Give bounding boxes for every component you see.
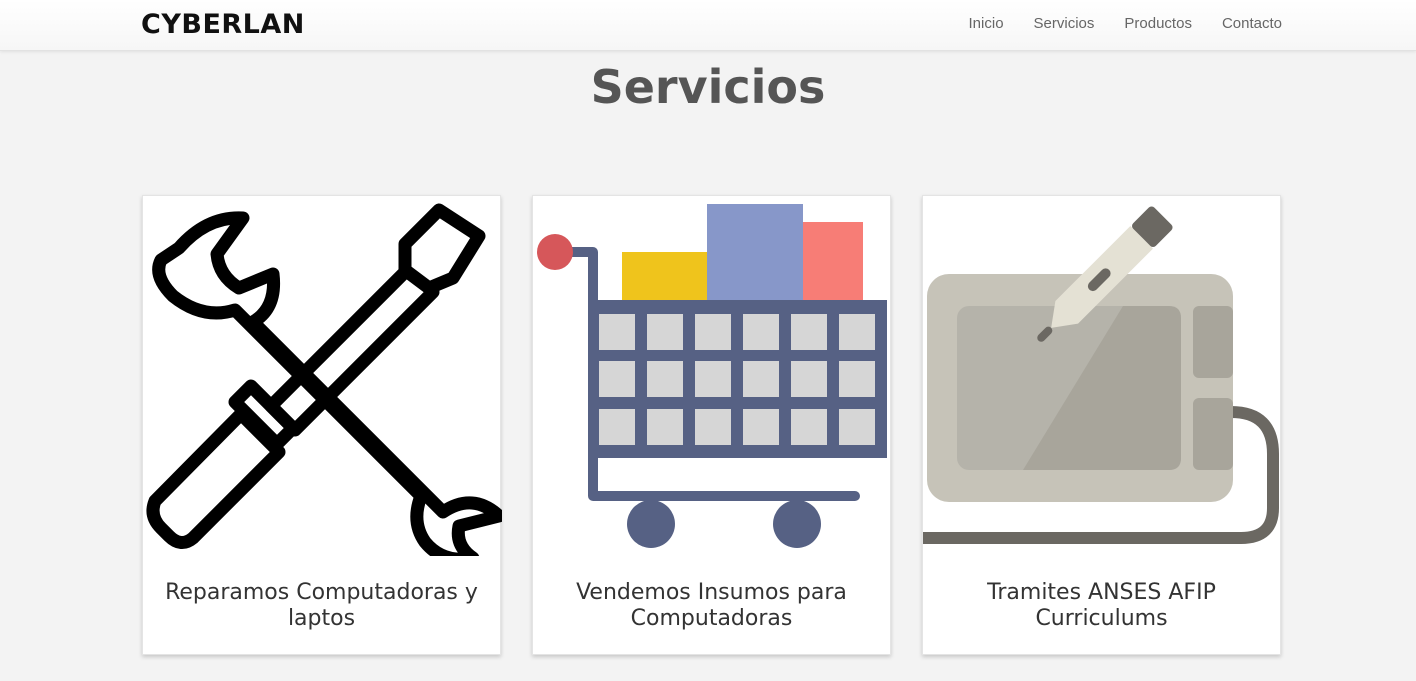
nav-link-productos[interactable]: Productos xyxy=(1124,15,1192,32)
service-card-paperwork[interactable]: Tramites ANSES AFIP Curriculums xyxy=(922,195,1281,655)
nav-links: Inicio Servicios Productos Contacto xyxy=(969,15,1282,32)
service-card-supplies[interactable]: Vendemos Insumos para Computadoras xyxy=(532,195,891,655)
nav-link-contacto[interactable]: Contacto xyxy=(1222,15,1282,32)
card-title: Reparamos Computadoras y laptos xyxy=(165,580,478,631)
brand-logo[interactable]: CYBERLAN xyxy=(141,9,305,40)
page-title: Servicios xyxy=(590,60,826,114)
nav-link-servicios[interactable]: Servicios xyxy=(1034,15,1095,32)
graphics-tablet-icon xyxy=(923,196,1282,556)
shopping-cart-icon xyxy=(533,196,892,556)
navbar: CYBERLAN Inicio Servicios Productos Cont… xyxy=(0,0,1416,51)
tools-icon xyxy=(143,196,502,556)
card-title: Vendemos Insumos para Computadoras xyxy=(576,580,847,631)
card-title: Tramites ANSES AFIP Curriculums xyxy=(987,580,1216,631)
nav-link-inicio[interactable]: Inicio xyxy=(969,15,1004,32)
service-card-repair[interactable]: Reparamos Computadoras y laptos xyxy=(142,195,502,655)
